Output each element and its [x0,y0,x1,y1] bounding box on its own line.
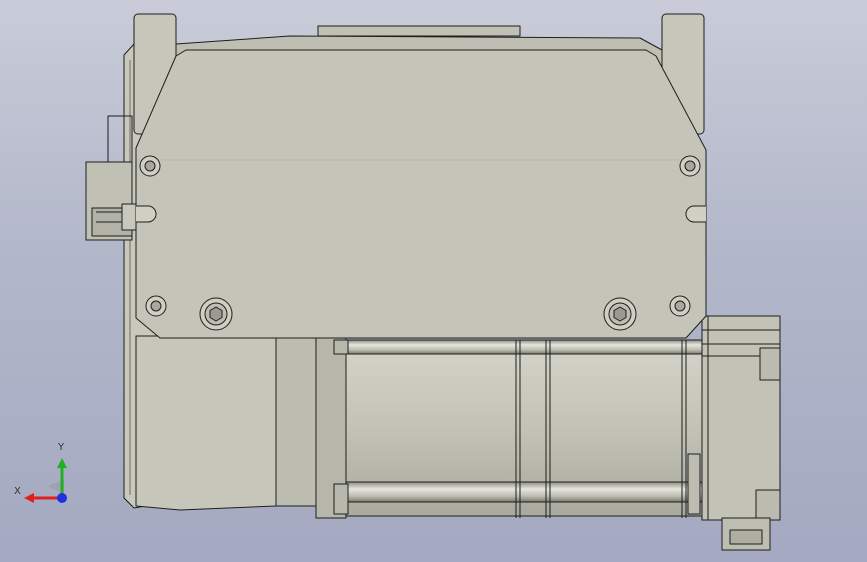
screw-top-left [139,155,161,177]
screw-bottom-left [145,295,167,317]
triad-x-label: X [14,486,21,497]
cad-model-front-view[interactable] [0,0,867,562]
left-slot [136,205,157,223]
hex-bolt-right [603,297,637,331]
motor-housing [135,335,277,511]
cad-viewport[interactable]: X Y [0,0,867,562]
hex-bolt-left [199,297,233,331]
coordinate-triad [24,458,67,503]
lower-rod [345,481,703,503]
right-slot [685,205,706,223]
upper-rod [345,339,703,355]
triad-y-label: Y [58,442,65,453]
screw-top-right [679,155,701,177]
top-center-tab [317,25,521,37]
end-cap [701,315,781,521]
front-cover-plate [135,49,707,339]
screw-bottom-right [669,295,691,317]
